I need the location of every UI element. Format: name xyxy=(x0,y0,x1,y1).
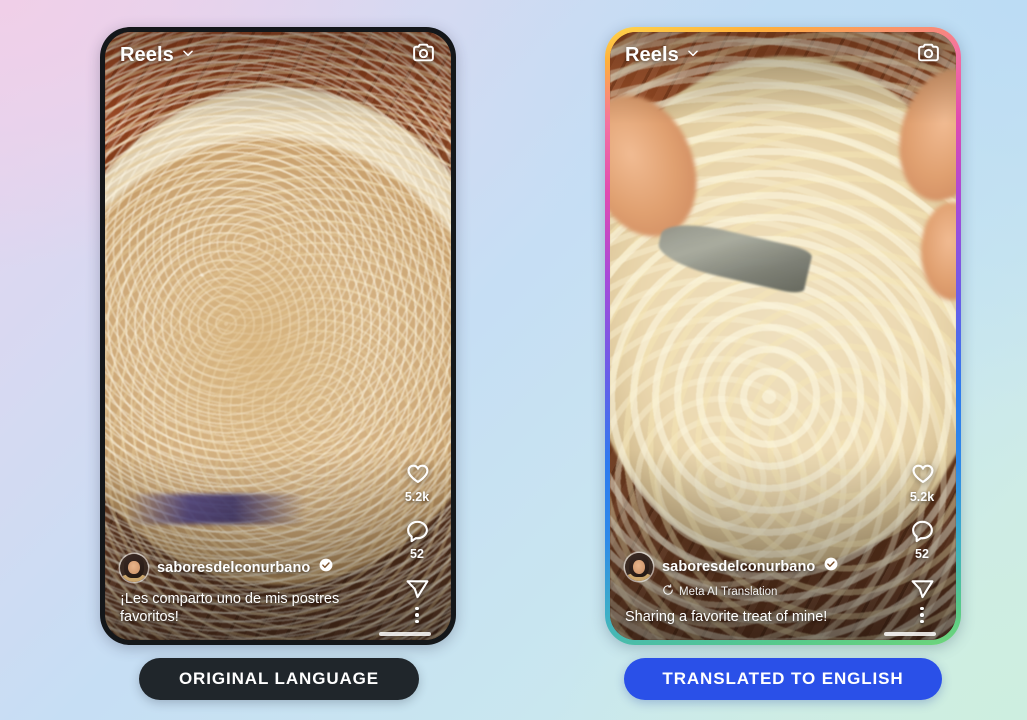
avatar[interactable] xyxy=(120,553,148,582)
translated-to-english-button[interactable]: TRANSLATED TO ENGLISH xyxy=(624,658,942,700)
user-row[interactable]: saboresdelconurbano xyxy=(625,552,904,581)
phone-frame-black: Reels 5.2k 52 saboresdelconurbano ¡Les c… xyxy=(100,27,456,645)
phone-mockup-translated: Reels 5.2k 52 saboresdelconurbano Meta A… xyxy=(605,27,961,645)
username[interactable]: saboresdelconurbano xyxy=(662,559,815,575)
reels-title: Reels xyxy=(625,43,679,66)
reel-topbar: Reels xyxy=(105,32,451,78)
home-indicator xyxy=(379,632,431,636)
phone-frame-gradient: Reels 5.2k 52 saboresdelconurbano Meta A… xyxy=(605,27,961,645)
reel-screen-translated: Reels 5.2k 52 saboresdelconurbano Meta A… xyxy=(610,32,956,640)
reels-title-group[interactable]: Reels xyxy=(120,44,195,67)
translation-label: Meta AI Translation xyxy=(679,585,778,598)
comment-count: 52 xyxy=(410,547,424,561)
camera-icon[interactable] xyxy=(916,40,941,70)
camera-icon[interactable] xyxy=(411,40,436,70)
like-count: 5.2k xyxy=(404,490,430,504)
reel-topbar: Reels xyxy=(610,32,956,78)
user-row[interactable]: saboresdelconurbano xyxy=(120,553,399,582)
reel-meta-original: saboresdelconurbano ¡Les comparto uno de… xyxy=(105,553,399,626)
chevron-down-icon[interactable] xyxy=(686,46,700,65)
reels-title: Reels xyxy=(120,43,174,66)
like-count: 5.2k xyxy=(909,490,935,504)
phone-mockup-original: Reels 5.2k 52 saboresdelconurbano ¡Les c… xyxy=(100,27,456,645)
verified-badge-icon xyxy=(824,557,838,576)
reel-caption: Sharing a favorite treat of mine! xyxy=(625,608,828,625)
username[interactable]: saboresdelconurbano xyxy=(157,560,310,576)
reel-caption: ¡Les comparto uno de mis postres favorit… xyxy=(120,590,340,625)
comment-button[interactable]: 52 xyxy=(909,518,936,561)
reels-title-group[interactable]: Reels xyxy=(625,44,700,67)
original-language-button[interactable]: ORIGINAL LANGUAGE xyxy=(139,658,419,700)
like-button[interactable]: 5.2k xyxy=(909,461,936,504)
home-indicator xyxy=(884,632,936,636)
reel-meta-translated: saboresdelconurbano Meta AI Translation … xyxy=(610,552,904,626)
like-button[interactable]: 5.2k xyxy=(404,461,431,504)
kebab-menu-icon[interactable] xyxy=(391,598,443,632)
chevron-down-icon[interactable] xyxy=(181,46,195,65)
translation-spinner-icon xyxy=(662,583,674,601)
avatar[interactable] xyxy=(625,552,653,581)
kebab-menu-icon[interactable] xyxy=(896,598,948,632)
translation-attribution[interactable]: Meta AI Translation xyxy=(662,583,904,601)
reel-screen-original: Reels 5.2k 52 saboresdelconurbano ¡Les c… xyxy=(105,32,451,640)
verified-badge-icon xyxy=(319,558,333,577)
comment-button[interactable]: 52 xyxy=(404,518,431,561)
comparison-stage: Reels 5.2k 52 saboresdelconurbano ¡Les c… xyxy=(0,0,1027,720)
comment-count: 52 xyxy=(915,547,929,561)
